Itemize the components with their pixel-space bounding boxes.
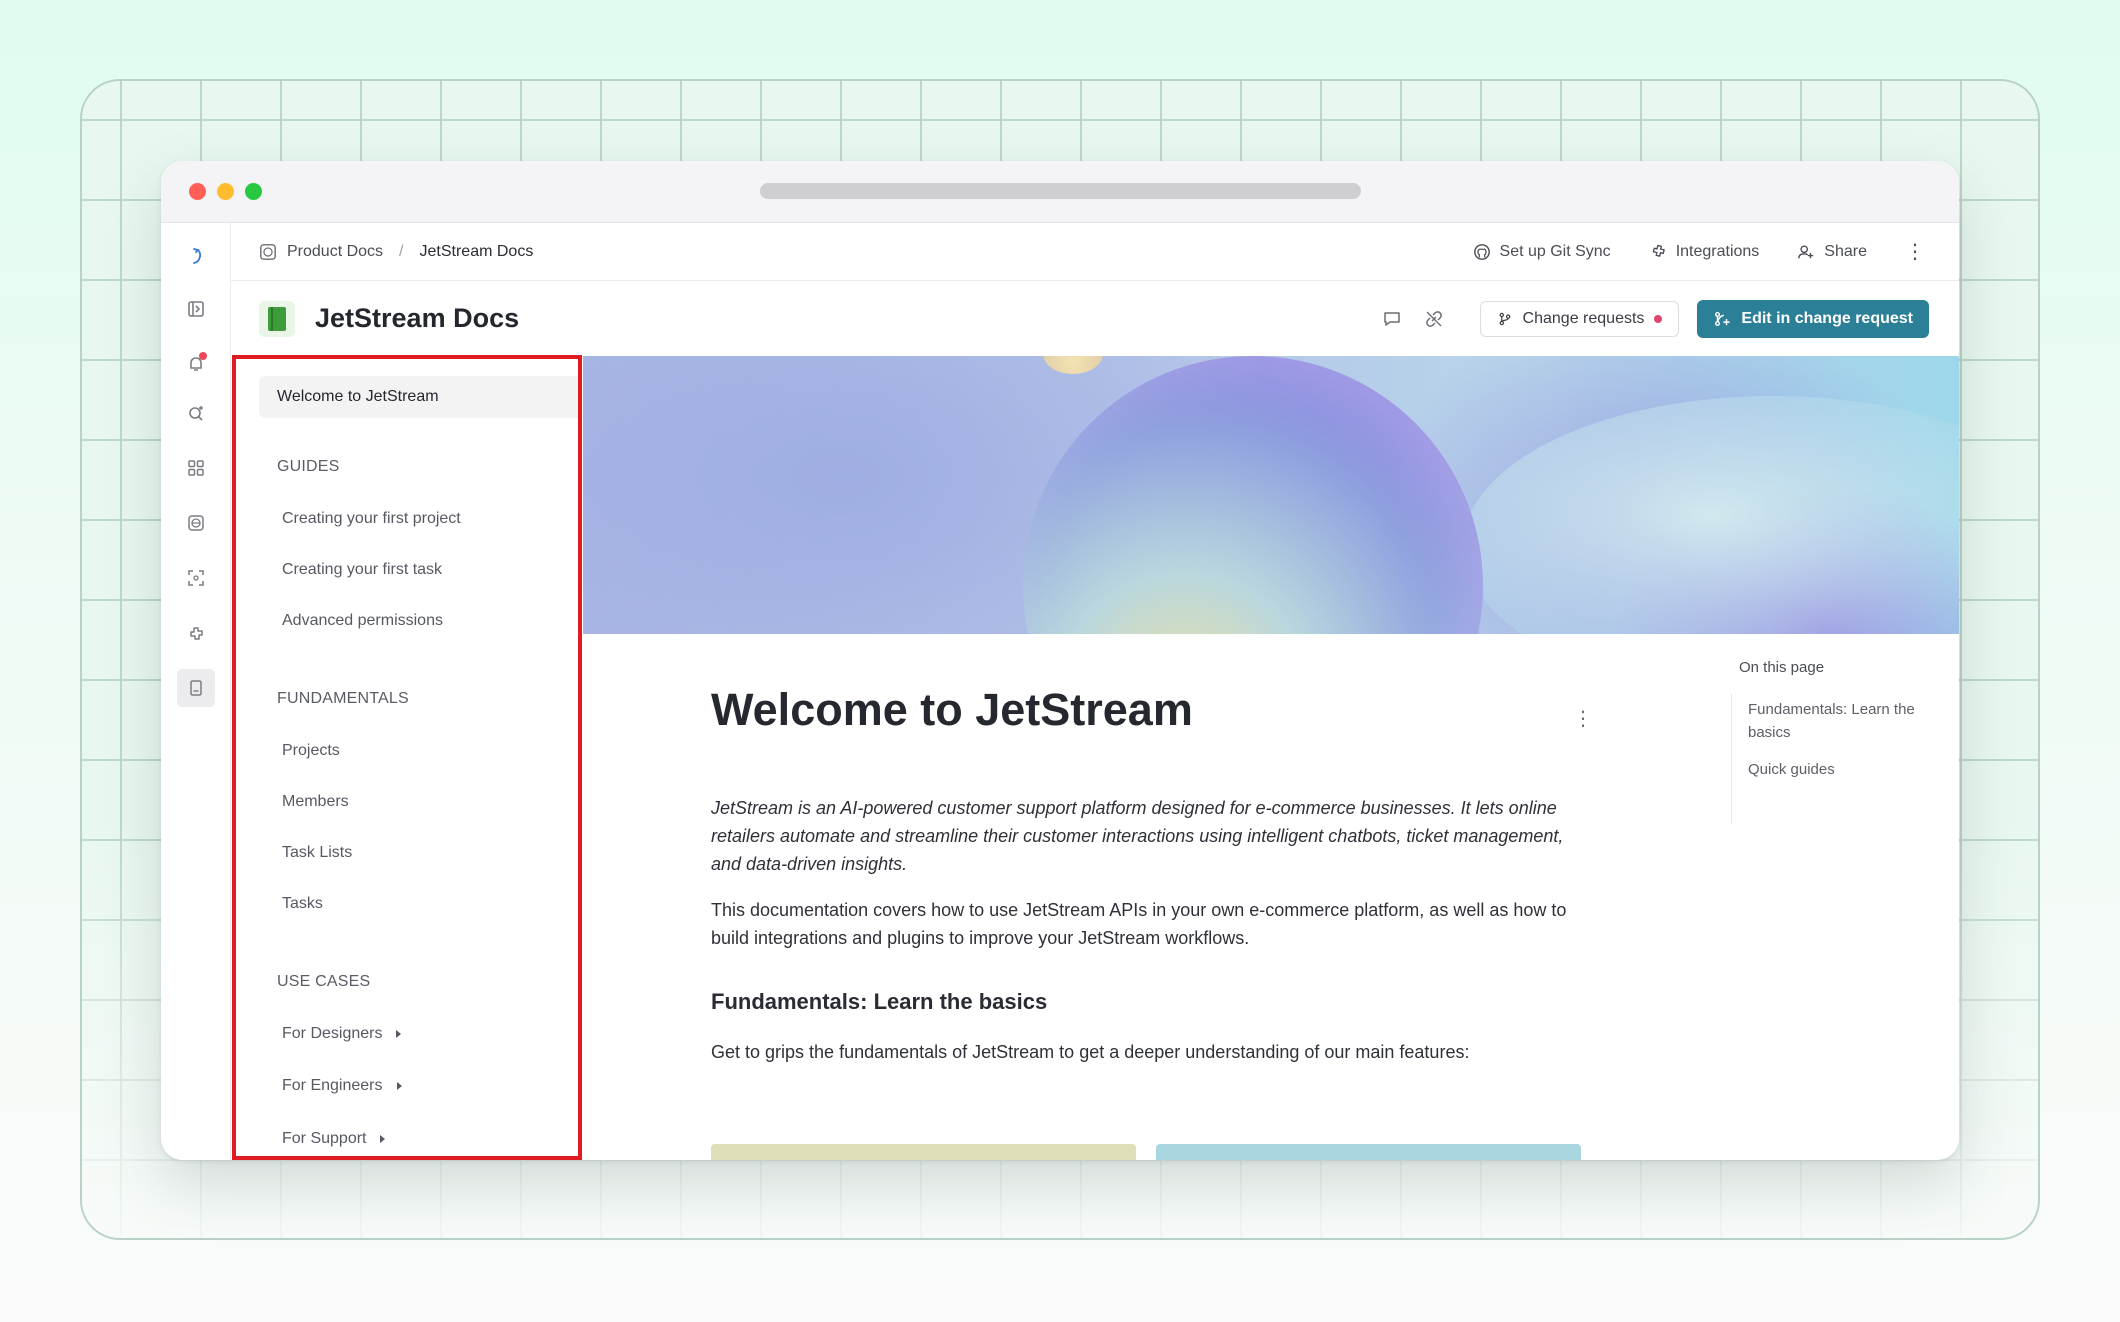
sidebar-item-welcome[interactable]: Welcome to JetStream bbox=[259, 376, 579, 418]
toc-item[interactable]: Quick guides bbox=[1748, 758, 1928, 781]
sidebar-section-fundamentals: FUNDAMENTALS bbox=[277, 690, 409, 707]
sidebar-item-tasks[interactable]: Tasks bbox=[282, 895, 323, 913]
page-options-icon[interactable]: ⋮ bbox=[1573, 706, 1593, 731]
book-icon bbox=[259, 300, 295, 337]
branch-plus-icon bbox=[1715, 311, 1731, 326]
edit-button-label: Edit in change request bbox=[1741, 309, 1913, 327]
sidebar-item-label: Creating your first project bbox=[282, 510, 461, 527]
icon-rail bbox=[161, 223, 231, 1160]
logo-icon[interactable] bbox=[181, 241, 211, 271]
maximize-window-button[interactable] bbox=[245, 183, 262, 200]
scan-icon[interactable] bbox=[181, 563, 211, 593]
notifications-icon[interactable] bbox=[181, 349, 211, 379]
change-requests-indicator bbox=[1654, 314, 1663, 323]
sidebar-item-label: Members bbox=[282, 793, 349, 810]
apps-icon[interactable] bbox=[181, 453, 211, 483]
integrations-label: Integrations bbox=[1675, 242, 1760, 260]
sidebar-item-for-support[interactable]: For Support bbox=[282, 1130, 386, 1148]
sidebar-section-use-cases: USE CASES bbox=[277, 973, 371, 990]
close-window-button[interactable] bbox=[189, 183, 206, 200]
search-icon[interactable] bbox=[181, 398, 211, 428]
globe-icon[interactable] bbox=[181, 508, 211, 538]
sidebar-item-label: For Designers bbox=[282, 1025, 383, 1042]
section-text: Get to grips the fundamentals of JetStre… bbox=[711, 1042, 1470, 1062]
page-title: Welcome to JetStream bbox=[711, 684, 1193, 735]
toc-divider bbox=[1731, 694, 1732, 824]
sidebar-item-members[interactable]: Members bbox=[282, 793, 349, 811]
share-label: Share bbox=[1824, 242, 1867, 260]
sidebar-item-label: Task Lists bbox=[282, 844, 353, 861]
edit-in-change-request-button[interactable]: Edit in change request bbox=[1697, 299, 1929, 338]
sidebar-item-label: Projects bbox=[282, 742, 340, 759]
sidebar-item-advanced-permissions[interactable]: Advanced permissions bbox=[282, 612, 443, 630]
sidebar-item-projects[interactable]: Projects bbox=[282, 742, 340, 760]
share-button[interactable]: Share bbox=[1797, 243, 1867, 261]
breadcrumb-root[interactable]: Product Docs bbox=[287, 243, 383, 261]
git-sync-button[interactable]: Set up Git Sync bbox=[1473, 243, 1611, 261]
app-window: Product Docs / JetStream Docs Set up Git… bbox=[161, 161, 1959, 1160]
docs-icon[interactable] bbox=[177, 669, 215, 707]
top-bar: Product Docs / JetStream Docs Set up Git… bbox=[231, 223, 1959, 281]
integrations-button[interactable]: Integrations bbox=[1649, 242, 1760, 261]
sidebar-item-label: Creating your first task bbox=[282, 561, 443, 578]
change-requests-button[interactable]: Change requests bbox=[1479, 300, 1680, 337]
sidebar-item-for-engineers[interactable]: For Engineers bbox=[282, 1077, 402, 1095]
docs-sidebar: Welcome to JetStream GUIDES Creating you… bbox=[231, 356, 581, 1160]
more-options-icon[interactable]: ⋮ bbox=[1905, 242, 1925, 262]
sidebar-item-label: Tasks bbox=[282, 895, 323, 912]
sidebar-item-label: For Support bbox=[282, 1130, 367, 1147]
user-plus-icon bbox=[1798, 244, 1814, 258]
caret-right-icon[interactable] bbox=[396, 1030, 402, 1038]
caret-right-icon[interactable] bbox=[380, 1135, 386, 1143]
space-header: JetStream Docs Change requests Edit in c… bbox=[231, 281, 1959, 356]
git-sync-label: Set up Git Sync bbox=[1499, 242, 1611, 260]
breadcrumb: Product Docs / JetStream Docs bbox=[259, 243, 533, 261]
sidebar-item-first-task[interactable]: Creating your first task bbox=[282, 561, 442, 579]
minimize-window-button[interactable] bbox=[217, 183, 234, 200]
change-requests-label: Change requests bbox=[1522, 309, 1645, 327]
sidebar-toggle-icon[interactable] bbox=[181, 294, 211, 324]
page-body-text: This documentation covers how to use Jet… bbox=[711, 900, 1567, 948]
window-titlebar bbox=[161, 161, 1959, 223]
puzzle-icon bbox=[1652, 244, 1665, 257]
sidebar-item-label: Advanced permissions bbox=[282, 612, 443, 629]
section-heading: Fundamentals: Learn the basics bbox=[711, 989, 1048, 1014]
sidebar-item-first-project[interactable]: Creating your first project bbox=[282, 510, 461, 528]
github-icon bbox=[1473, 243, 1490, 260]
sidebar-section-guides: GUIDES bbox=[277, 458, 340, 475]
breadcrumb-current[interactable]: JetStream Docs bbox=[420, 243, 534, 261]
caret-right-icon[interactable] bbox=[396, 1082, 402, 1090]
content-card[interactable] bbox=[711, 1144, 1136, 1160]
sidebar-item-label: For Engineers bbox=[282, 1077, 383, 1094]
cover-image bbox=[583, 356, 1959, 634]
sidebar-item-task-lists[interactable]: Task Lists bbox=[282, 844, 352, 862]
toc-item[interactable]: Fundamentals: Learn the basics bbox=[1748, 698, 1928, 744]
globe-icon bbox=[259, 243, 277, 261]
breadcrumb-separator: / bbox=[399, 242, 404, 260]
toc-title: On this page bbox=[1739, 659, 1825, 676]
page-description: JetStream is an AI-powered customer supp… bbox=[711, 798, 1564, 874]
address-bar[interactable] bbox=[760, 183, 1361, 199]
branch-icon bbox=[1499, 312, 1510, 325]
content-card[interactable] bbox=[1156, 1144, 1581, 1160]
unlink-icon[interactable] bbox=[1422, 307, 1446, 331]
comment-icon[interactable] bbox=[1380, 307, 1404, 331]
space-title: JetStream Docs bbox=[315, 303, 520, 333]
sidebar-item-for-designers[interactable]: For Designers bbox=[282, 1025, 402, 1043]
notification-badge bbox=[199, 352, 207, 360]
integrations-icon[interactable] bbox=[181, 619, 211, 649]
